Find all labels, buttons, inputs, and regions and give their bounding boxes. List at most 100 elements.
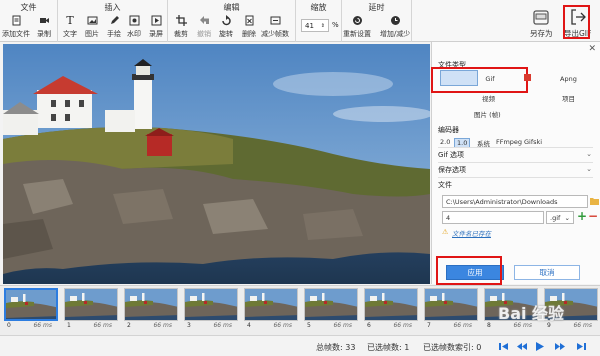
frame-preview <box>65 289 117 320</box>
record-label: 录制 <box>37 30 51 38</box>
save-as-label: 另存为 <box>530 29 553 38</box>
group-title-delay: 延时 <box>368 3 385 12</box>
crop-button[interactable]: 裁剪 <box>171 15 191 39</box>
encoder-gifski[interactable]: Gifski <box>524 138 542 146</box>
folder-path-input[interactable]: C:\Users\Administrator\Downloads <box>442 195 588 208</box>
previous-frame-icon[interactable] <box>516 341 527 352</box>
minus-icon[interactable]: − <box>588 209 598 223</box>
selected-index-text: 已选帧数索引: 0 <box>423 343 482 352</box>
format-project-option[interactable]: 项目 <box>562 93 575 103</box>
watermark-icon <box>129 15 139 26</box>
insert-text-button[interactable]: T 文字 <box>60 14 80 39</box>
crop-label: 裁剪 <box>174 30 188 38</box>
zoom-input[interactable]: 41 ⇕ <box>301 19 329 32</box>
frame-image <box>304 288 358 321</box>
plus-icon[interactable]: + <box>577 209 587 223</box>
play-icon[interactable] <box>534 341 545 352</box>
rotate-label: 旋转 <box>219 30 233 38</box>
format-apng-option[interactable]: Apng <box>560 75 577 83</box>
watermark-button[interactable]: 水印 <box>124 15 144 39</box>
file-add-icon <box>12 15 20 26</box>
frame-canvas[interactable] <box>3 44 430 284</box>
file-exists-link[interactable]: 文件名已存在 <box>452 228 491 238</box>
export-highlight-box <box>563 5 590 39</box>
frame-delay: 66 ms <box>213 322 232 329</box>
add-file-label: 添加文件 <box>2 30 30 38</box>
frame-thumbnail[interactable]: 7 66 ms <box>424 288 478 332</box>
frame-number: 7 <box>427 322 431 329</box>
close-icon[interactable]: ✕ <box>588 44 596 54</box>
frame-delay: 66 ms <box>333 322 352 329</box>
frame-image <box>244 288 298 321</box>
file-label: 文件 <box>438 181 452 189</box>
draw-label: 手绘 <box>107 30 121 38</box>
add-file-button[interactable]: 添加文件 <box>2 15 30 39</box>
group-insert: 插入 T 文字 图片 手绘 水印 录屏 <box>58 0 168 42</box>
encoder-ffmpeg[interactable]: FFmpeg <box>496 138 522 146</box>
divider <box>438 177 593 178</box>
cancel-button[interactable]: 取消 <box>514 265 580 280</box>
frame-delay: 66 ms <box>393 322 412 329</box>
delete-icon <box>245 15 253 26</box>
frame-image <box>4 288 58 321</box>
text-icon: T <box>66 14 74 27</box>
frame-number: 2 <box>127 322 131 329</box>
reset-delay-button[interactable]: 重新设置 <box>342 15 372 39</box>
frame-thumbnail[interactable]: 3 66 ms <box>184 288 238 332</box>
frame-preview <box>6 290 56 319</box>
group-zoom: 缩放 41 ⇕ % <box>296 0 342 42</box>
encoder-2-0[interactable]: 2.0 <box>440 138 450 146</box>
frame-thumbnail[interactable]: 1 66 ms <box>64 288 118 332</box>
frame-delay: 66 ms <box>573 322 592 329</box>
next-frame-icon[interactable] <box>555 341 566 352</box>
first-frame-icon[interactable] <box>498 341 509 352</box>
extension-select[interactable]: .gif ⌄ <box>546 211 574 224</box>
extension-value: .gif <box>550 214 561 222</box>
pencil-icon <box>110 16 119 24</box>
delete-button[interactable]: 删除 <box>239 15 259 39</box>
group-title-edit: 编辑 <box>223 3 240 12</box>
reduce-frames-button[interactable]: 减少帧数 <box>261 15 289 39</box>
screen-record-icon <box>151 15 161 26</box>
frame-number: 6 <box>367 322 371 329</box>
frame-thumbnail[interactable]: 0 66 ms <box>4 288 58 332</box>
folder-icon[interactable] <box>590 197 599 205</box>
frame-image <box>364 288 418 321</box>
baidu-watermark: Bai 经验 <box>498 304 565 323</box>
undo-button[interactable]: 撤销 <box>194 15 214 39</box>
frame-thumbnail[interactable]: 2 66 ms <box>124 288 178 332</box>
chevron-down-icon[interactable]: ⌄ <box>586 150 592 158</box>
insert-image-button[interactable]: 图片 <box>82 15 102 39</box>
frame-thumbnail[interactable]: 6 66 ms <box>364 288 418 332</box>
record-button[interactable]: 录制 <box>34 15 54 39</box>
frame-thumbnail[interactable]: 4 66 ms <box>244 288 298 332</box>
screen-record-button[interactable]: 录屏 <box>146 15 166 39</box>
frame-number: 4 <box>247 322 251 329</box>
save-as-button[interactable]: 另存为 <box>530 8 553 39</box>
spin-arrows-icon[interactable]: ⇕ <box>321 23 325 29</box>
save-options-header[interactable]: 保存选项 <box>438 165 466 175</box>
rotate-icon <box>221 15 231 26</box>
chevron-down-icon: ⌄ <box>564 214 570 222</box>
gif-options-header[interactable]: Gif 选项 <box>438 150 464 160</box>
crop-icon <box>175 15 187 26</box>
frame-number: 0 <box>7 322 11 329</box>
text-label: 文字 <box>63 30 77 38</box>
frame-image <box>184 288 238 321</box>
file-name-input[interactable]: 4 <box>442 211 544 224</box>
increase-decrease-delay-button[interactable]: 增加/减少 <box>380 15 410 39</box>
divider <box>438 162 593 163</box>
frame-delay: 66 ms <box>153 322 172 329</box>
divider <box>438 147 593 148</box>
draw-button[interactable]: 手绘 <box>104 15 124 39</box>
frame-preview <box>305 289 357 320</box>
frame-thumbnail[interactable]: 5 66 ms <box>304 288 358 332</box>
frame-number: 3 <box>187 322 191 329</box>
format-video-option[interactable]: 视频 <box>482 93 495 103</box>
format-images-option[interactable]: 图片 (帧) <box>474 109 501 119</box>
last-frame-icon[interactable] <box>576 341 587 352</box>
chevron-down-icon[interactable]: ⌄ <box>586 165 592 173</box>
total-frames-text: 总帧数: 33 <box>316 343 356 352</box>
frame-image <box>124 288 178 321</box>
rotate-button[interactable]: 旋转 <box>216 15 236 39</box>
